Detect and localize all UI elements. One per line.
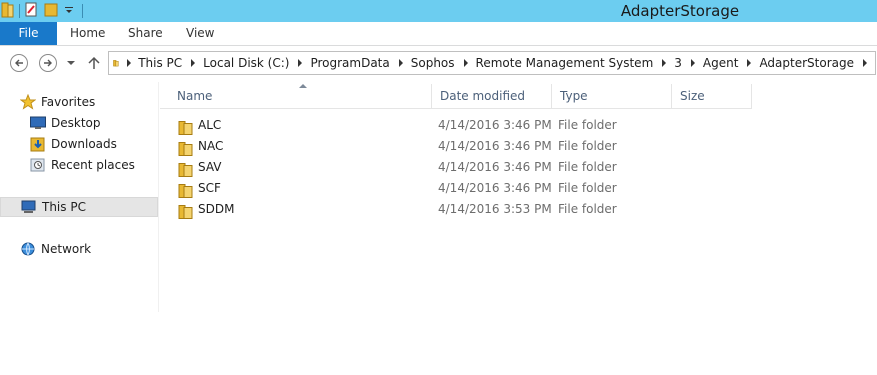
nav-desktop-label: Desktop [51, 116, 101, 130]
new-folder-icon[interactable] [44, 2, 58, 21]
file-type: File folder [558, 160, 617, 174]
window-title: AdapterStorage [620, 2, 740, 20]
tab-view[interactable]: View [186, 22, 214, 45]
nav-favorites-label: Favorites [41, 95, 96, 109]
navigation-bar: This PC Local Disk (C:) ProgramData Soph… [0, 46, 877, 80]
breadcrumb-agent[interactable]: Agent [703, 56, 739, 70]
desktop-icon [30, 116, 46, 129]
breadcrumb-3[interactable]: 3 [674, 56, 682, 70]
file-type: File folder [558, 139, 617, 153]
properties-icon[interactable] [24, 2, 40, 21]
folder-icon [178, 184, 193, 198]
file-name: SAV [198, 160, 222, 174]
nav-downloads-label: Downloads [51, 137, 117, 151]
folder-icon [178, 163, 193, 177]
file-type: File folder [558, 181, 617, 195]
file-date: 4/14/2016 3:53 PM [438, 202, 552, 216]
up-icon[interactable] [88, 56, 100, 70]
nav-recent-label: Recent places [51, 158, 135, 172]
breadcrumb-rms[interactable]: Remote Management System [476, 56, 654, 70]
column-header: Name Date modified Type Size [160, 84, 752, 109]
address-bar[interactable]: This PC Local Disk (C:) ProgramData Soph… [108, 51, 876, 75]
nav-downloads[interactable]: Downloads [30, 134, 117, 154]
nav-this-pc-label: This PC [42, 200, 86, 214]
nav-recent-places[interactable]: Recent places [30, 155, 135, 175]
star-icon [20, 94, 36, 110]
file-name: SDDM [198, 202, 235, 216]
file-row-sddm[interactable]: SDDM 4/14/2016 3:53 PM File folder [160, 199, 752, 220]
navigation-pane: Favorites Desktop Downloads Recent place… [0, 82, 159, 312]
folder-icon [113, 60, 119, 67]
column-size[interactable]: Size [672, 84, 752, 108]
file-row-sav[interactable]: SAV 4/14/2016 3:46 PM File folder [160, 157, 752, 178]
back-icon [15, 59, 23, 67]
nav-network[interactable]: Network [20, 239, 91, 259]
column-type[interactable]: Type [552, 84, 672, 108]
back-button[interactable] [10, 54, 28, 72]
file-row-scf[interactable]: SCF 4/14/2016 3:46 PM File folder [160, 178, 752, 199]
nav-favorites[interactable]: Favorites [20, 92, 95, 112]
recent-locations-dropdown[interactable] [67, 61, 75, 65]
tab-share[interactable]: Share [128, 22, 163, 45]
file-name: NAC [198, 139, 224, 153]
customize-dropdown-icon[interactable] [64, 4, 74, 18]
file-date: 4/14/2016 3:46 PM [438, 181, 552, 195]
ribbon: File Home Share View [0, 22, 877, 46]
forward-icon [44, 59, 52, 67]
file-row-nac[interactable]: NAC 4/14/2016 3:46 PM File folder [160, 136, 752, 157]
breadcrumb-adapterstorage[interactable]: AdapterStorage [759, 56, 854, 70]
file-date: 4/14/2016 3:46 PM [438, 160, 552, 174]
forward-button[interactable] [39, 54, 57, 72]
file-row-alc[interactable]: ALC 4/14/2016 3:46 PM File folder [160, 115, 752, 136]
breadcrumb-sophos[interactable]: Sophos [411, 56, 455, 70]
file-type: File folder [558, 202, 617, 216]
tab-file[interactable]: File [0, 22, 57, 45]
computer-icon [21, 200, 36, 213]
file-date: 4/14/2016 3:46 PM [438, 118, 552, 132]
file-type: File folder [558, 118, 617, 132]
tab-home[interactable]: Home [70, 22, 105, 45]
quick-access-toolbar [0, 1, 87, 21]
folder-icon [178, 142, 193, 156]
downloads-icon [30, 137, 45, 152]
breadcrumb-programdata[interactable]: ProgramData [310, 56, 389, 70]
app-folder-icon [1, 2, 15, 21]
breadcrumb-this-pc[interactable]: This PC [138, 56, 182, 70]
file-name: ALC [198, 118, 222, 132]
recent-icon [30, 158, 45, 172]
column-date-modified[interactable]: Date modified [432, 84, 552, 108]
nav-desktop[interactable]: Desktop [30, 113, 101, 133]
network-icon [21, 242, 35, 256]
file-name: SCF [198, 181, 221, 195]
folder-icon [178, 205, 193, 219]
nav-network-label: Network [41, 242, 92, 256]
folder-icon [178, 121, 193, 135]
column-name[interactable]: Name [168, 84, 432, 108]
file-date: 4/14/2016 3:46 PM [438, 139, 552, 153]
title-bar: AdapterStorage [0, 0, 877, 22]
nav-this-pc[interactable]: This PC [0, 197, 158, 217]
breadcrumb-local-disk[interactable]: Local Disk (C:) [203, 56, 289, 70]
